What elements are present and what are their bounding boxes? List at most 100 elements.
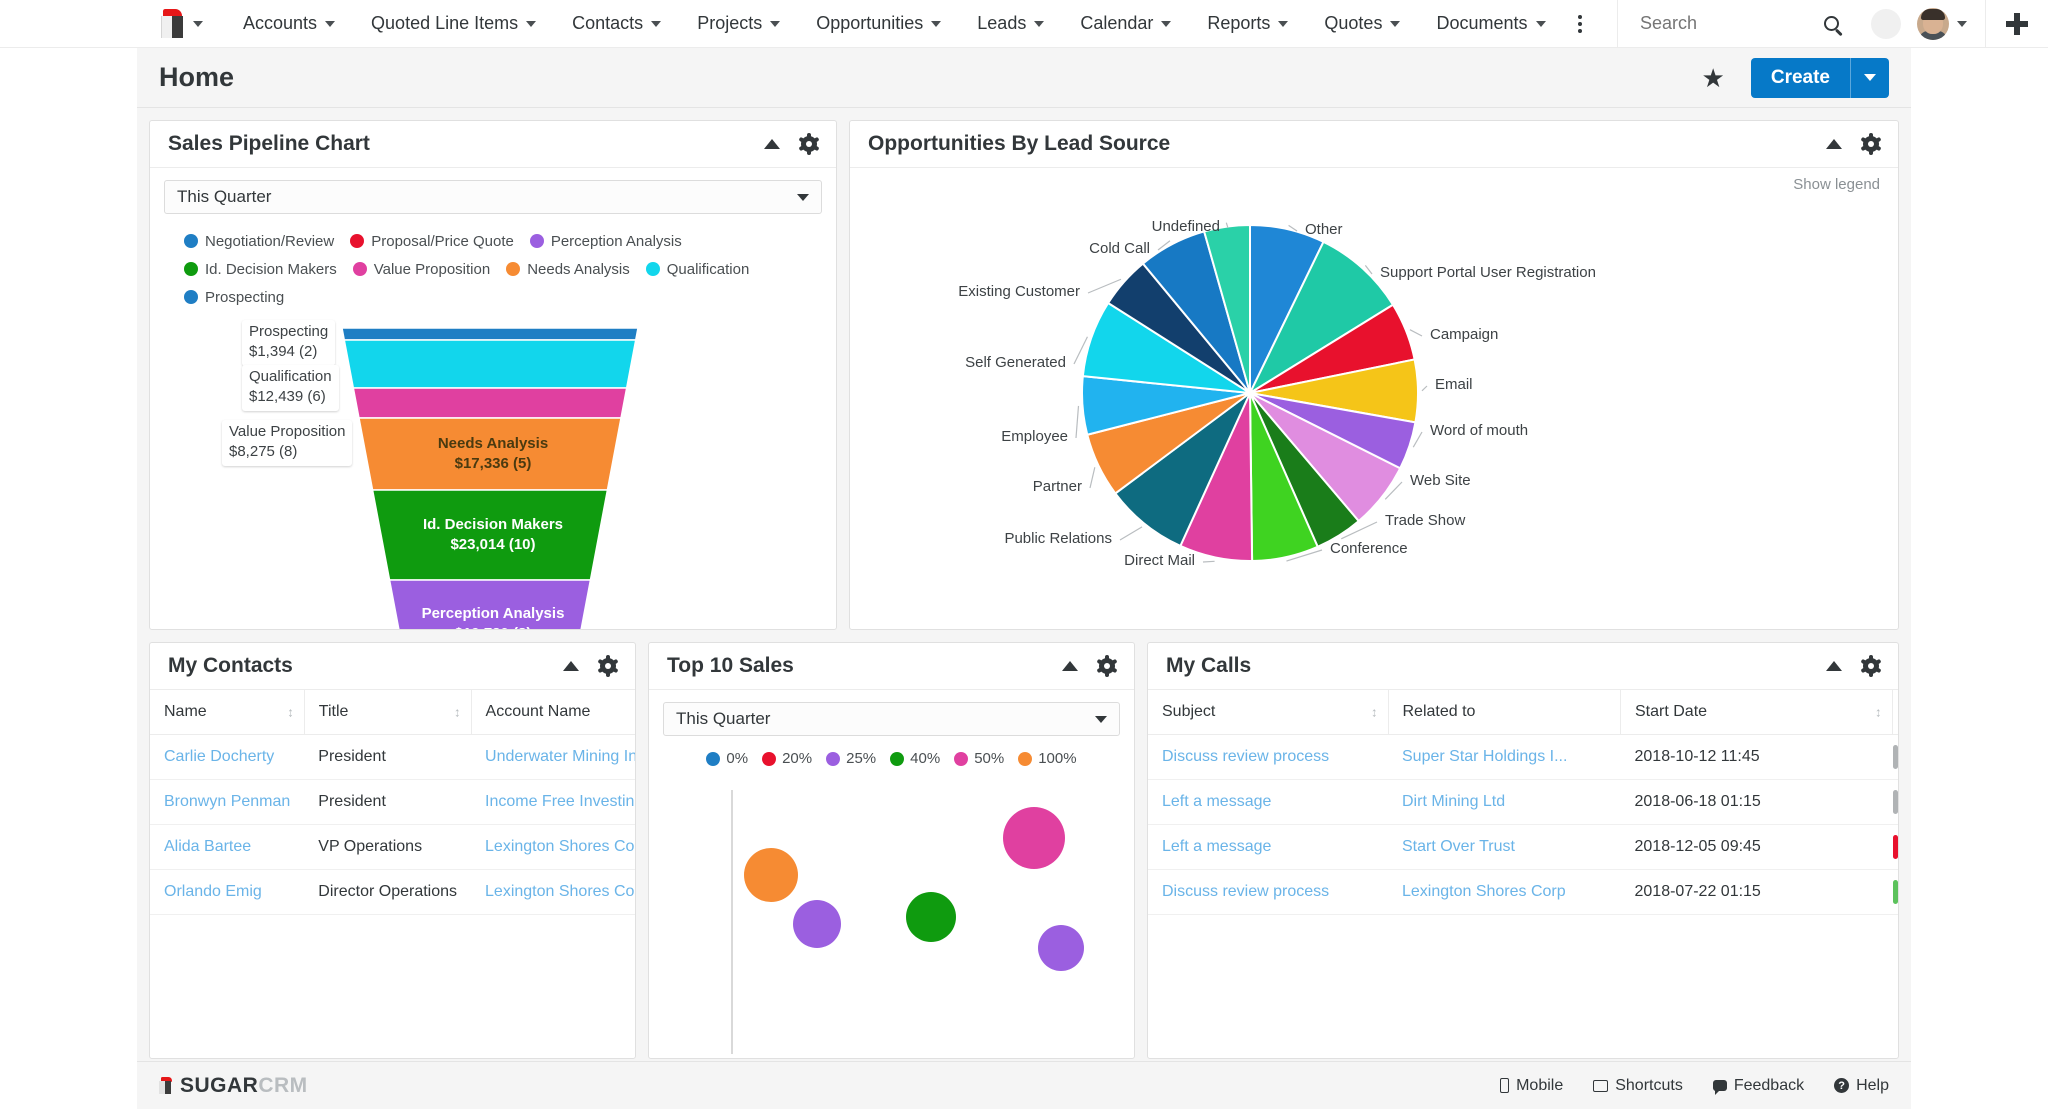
footer-link-label: Mobile (1516, 1076, 1564, 1094)
panel-header: Sales Pipeline Chart (150, 121, 836, 168)
column-header-subject[interactable]: Subject ↕ (1148, 690, 1389, 735)
legend-item[interactable]: Perception Analysis (529, 228, 682, 254)
sort-icon[interactable]: ↕ (1371, 705, 1378, 720)
footer-link-shortcuts[interactable]: Shortcuts (1593, 1077, 1683, 1095)
related-to-link[interactable]: Start Over Trust (1402, 838, 1515, 855)
funnel-segment[interactable] (343, 339, 637, 389)
call-subject-link[interactable]: Left a message (1162, 838, 1271, 855)
funnel-segment[interactable] (371, 489, 609, 581)
related-to-link[interactable]: Dirt Mining Ltd (1402, 793, 1505, 810)
contact-account-cell: Lexington Shores Corp (471, 869, 635, 915)
bubble-point[interactable] (1002, 806, 1065, 869)
gear-icon[interactable] (1860, 133, 1882, 155)
call-subject-link[interactable]: Discuss review process (1162, 748, 1329, 765)
legend-item[interactable]: Needs Analysis (506, 256, 630, 282)
account-name-link[interactable]: Income Free Investing ... (485, 793, 635, 810)
account-name-link[interactable]: Lexington Shores Corp (485, 883, 635, 900)
contact-name-link[interactable]: Bronwyn Penman (164, 793, 290, 810)
top10-timeperiod-select[interactable]: This Quarter (663, 702, 1120, 736)
legend-item[interactable]: 50% (954, 750, 1004, 767)
bubble-point[interactable] (1037, 925, 1084, 971)
legend-item[interactable]: Qualification (645, 256, 749, 282)
chevron-up-icon[interactable] (1826, 139, 1842, 149)
legend-swatch (350, 234, 365, 248)
search-icon[interactable] (1824, 16, 1839, 31)
related-to-link[interactable]: Lexington Shores Corp (1402, 883, 1566, 900)
gear-icon[interactable] (597, 655, 619, 677)
pipeline-timeperiod-select[interactable]: This Quarter (164, 180, 822, 214)
chevron-up-icon[interactable] (1062, 661, 1078, 671)
sort-icon[interactable]: ↕ (454, 705, 461, 720)
sugar-cube-logo[interactable] (160, 8, 203, 39)
pie-slice-label: Public Relations (1004, 530, 1112, 547)
contact-name-link[interactable]: Alida Bartee (164, 838, 251, 855)
notification-bubble[interactable] (1871, 8, 1901, 39)
bubble-point[interactable] (744, 847, 799, 902)
funnel-chart[interactable]: Needs Analysis $17,336 (5) Id. Decision Ma… (150, 310, 836, 629)
column-header-account-name[interactable]: Account Name↕ (471, 690, 635, 735)
legend-item[interactable]: Value Proposition (352, 256, 490, 282)
gear-icon[interactable] (798, 133, 820, 155)
create-dropdown-toggle[interactable] (1850, 57, 1889, 98)
chevron-up-icon[interactable] (563, 661, 579, 671)
nav-item-contacts[interactable]: Contacts (554, 0, 679, 48)
column-header-name[interactable]: Name ↕ (150, 690, 305, 735)
footer-link-mobile[interactable]: Mobile (1500, 1077, 1563, 1095)
column-header-start-date[interactable]: Start Date ↕ (1620, 690, 1893, 735)
bubble-chart[interactable]: 0% 20% 25% 40% 50% 100% (649, 736, 1134, 1058)
legend-item[interactable]: Proposal/Price Quote (350, 228, 514, 254)
create-button[interactable]: Create (1750, 57, 1889, 98)
contact-name-link[interactable]: Carlie Docherty (164, 748, 274, 765)
call-subject-link[interactable]: Discuss review process (1162, 883, 1329, 900)
funnel-segment[interactable] (341, 327, 639, 341)
footer-link-help[interactable]: ? Help (1834, 1077, 1889, 1095)
legend-item[interactable]: Prospecting (184, 284, 284, 310)
sort-icon[interactable]: ↕ (1875, 705, 1882, 720)
vertical-ellipsis-icon[interactable] (1564, 14, 1596, 33)
call-subject-link[interactable]: Left a message (1162, 793, 1271, 810)
nav-item-opportunities[interactable]: Opportunities (798, 0, 959, 48)
related-to-link[interactable]: Super Star Holdings I... (1402, 748, 1567, 765)
legend-item[interactable]: Id. Decision Makers (184, 256, 337, 282)
pie-chart[interactable]: Show legend Other Support Portal User Reg… (850, 168, 1898, 629)
footer-link-feedback[interactable]: Feedback (1712, 1077, 1804, 1095)
question-circle-icon: ? (1834, 1078, 1850, 1093)
legend-item[interactable]: Negotiation/Review (184, 228, 334, 254)
search-input[interactable] (1640, 13, 1790, 34)
pie-leader-line (1409, 329, 1423, 337)
funnel-segment[interactable] (388, 579, 592, 630)
funnel-segment[interactable] (358, 417, 622, 491)
gear-icon[interactable] (1096, 655, 1118, 677)
sugarcrm-footer-logo[interactable]: SUGARCRM (159, 1074, 308, 1098)
account-name-link[interactable]: Underwater Mining Inc. (485, 748, 635, 765)
nav-item-documents[interactable]: Documents (1418, 0, 1563, 48)
nav-item-leads[interactable]: Leads (959, 0, 1062, 48)
user-menu[interactable] (1917, 0, 1986, 48)
show-legend-link[interactable]: Show legend (1793, 176, 1880, 193)
chevron-up-icon[interactable] (764, 139, 780, 149)
funnel-segment[interactable] (352, 387, 628, 419)
contact-name-link[interactable]: Orlando Emig (164, 883, 262, 900)
nav-item-calendar[interactable]: Calendar (1062, 0, 1189, 48)
legend-item[interactable]: 100% (1018, 750, 1077, 767)
chevron-up-icon[interactable] (1826, 661, 1842, 671)
global-search[interactable] (1617, 0, 1855, 48)
nav-item-quoted-line-items[interactable]: Quoted Line Items (353, 0, 554, 48)
nav-item-accounts[interactable]: Accounts (225, 0, 353, 48)
account-name-link[interactable]: Lexington Shores Corp (485, 838, 635, 855)
legend-item[interactable]: 25% (826, 750, 876, 767)
legend-item[interactable]: 20% (762, 750, 812, 767)
nav-item-quotes[interactable]: Quotes (1306, 0, 1418, 48)
gear-icon[interactable] (1860, 655, 1882, 677)
legend-item[interactable]: 0% (706, 750, 748, 767)
star-icon[interactable]: ★ (1702, 65, 1725, 91)
nav-item-projects[interactable]: Projects (679, 0, 798, 48)
column-header-related-to[interactable]: Related to (1388, 690, 1621, 735)
column-header-title[interactable]: Title ↕ (304, 690, 472, 735)
bubble-point[interactable] (906, 891, 957, 942)
sort-icon[interactable]: ↕ (287, 705, 294, 720)
nav-item-reports[interactable]: Reports (1189, 0, 1306, 48)
bubble-point[interactable] (792, 899, 841, 948)
plus-icon[interactable] (1986, 0, 2048, 48)
legend-item[interactable]: 40% (890, 750, 940, 767)
